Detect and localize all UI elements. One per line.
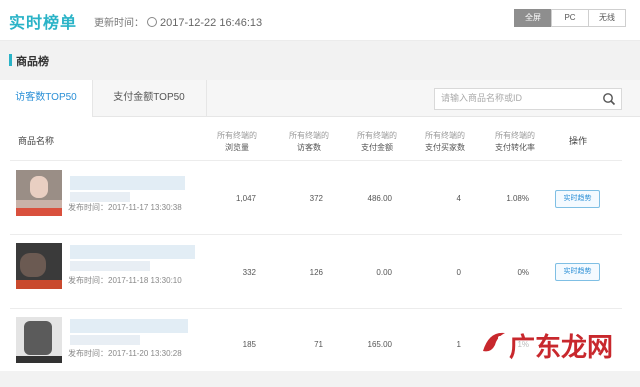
tab-bar: 访客数TOP50 支付金额TOP50 [0, 80, 640, 117]
section-accent-bar [9, 54, 12, 66]
column-header-uv-sub: 所有终端的 [289, 131, 329, 140]
view-mode-switch: 全屏 PC 无线 [514, 9, 626, 27]
product-title-blurred[interactable] [70, 176, 185, 190]
wireless-button[interactable]: 无线 [588, 9, 626, 27]
column-header-name: 商品名称 [18, 136, 55, 146]
product-title-blurred-line2 [70, 261, 150, 271]
cell-buyers: 1 [456, 340, 461, 349]
watermark-text: 广东龙网 [509, 333, 614, 363]
product-thumbnail[interactable] [16, 170, 62, 216]
publish-time: 发布时间：2017-11-18 13:30:10 [68, 276, 182, 285]
section-title: 商品榜 [16, 56, 49, 68]
product-thumbnail[interactable] [16, 317, 62, 363]
clock-icon [147, 17, 157, 27]
cell-pv: 185 [242, 340, 256, 349]
tab-payment-top50[interactable]: 支付金额TOP50 [92, 80, 207, 116]
pc-button[interactable]: PC [551, 9, 589, 27]
watermark-logo-icon [483, 332, 505, 352]
search-box [434, 88, 622, 110]
section-header: 商品榜 [0, 45, 640, 73]
column-header-rate-main: 支付转化率 [495, 143, 535, 152]
column-header-pv-main: 浏览量 [225, 143, 249, 152]
update-info: 更新时间： 2017-12-22 16:46:13 [94, 14, 262, 29]
product-thumbnail[interactable] [16, 243, 62, 289]
cell-uv: 71 [314, 340, 323, 349]
cell-amount: 0.00 [376, 268, 392, 277]
cell-uv: 126 [309, 268, 323, 277]
publish-time: 发布时间：2017-11-20 13:30:28 [68, 349, 182, 358]
column-header-uv-main: 访客数 [297, 143, 321, 152]
cell-rate: 0% [517, 268, 529, 277]
product-title-blurred[interactable] [70, 245, 195, 259]
cell-buyers: 0 [456, 268, 461, 277]
update-label: 更新时间： [94, 18, 144, 29]
row-divider [10, 308, 622, 309]
product-title-blurred-line2 [70, 192, 130, 202]
column-header-pv: 所有终端的 浏览量 [212, 130, 262, 154]
column-header-buyers: 所有终端的支付买家数 [417, 130, 473, 154]
cell-pv: 1,047 [235, 194, 256, 203]
table-row: 发布时间：2017-11-18 13:30:10 332 126 0.00 0 … [0, 237, 640, 313]
column-header-amount-main: 支付金额 [361, 143, 393, 152]
column-header-buyers-main: 支付买家数 [425, 143, 465, 152]
column-header-amount-sub: 所有终端的 [357, 131, 397, 140]
top-bar: 实时榜单 更新时间： 2017-12-22 16:46:13 全屏 PC 无线 [0, 0, 640, 41]
row-divider [10, 234, 622, 235]
cell-amount: 486.00 [367, 194, 392, 203]
table-row: 发布时间：2017-11-17 13:30:38 1,047 372 486.0… [0, 162, 640, 238]
cell-uv: 372 [309, 194, 323, 203]
search-input[interactable] [441, 91, 591, 105]
product-title-blurred-line2 [70, 335, 140, 345]
product-title-blurred[interactable] [70, 319, 188, 333]
realtime-trend-button[interactable]: 实时趋势 [555, 263, 600, 281]
column-header-rate: 所有终端的支付转化率 [487, 130, 543, 154]
column-header-rate-sub: 所有终端的 [495, 131, 535, 140]
header-divider [10, 160, 622, 161]
cell-rate: 1.08% [506, 194, 529, 203]
cell-amount: 165.00 [367, 340, 392, 349]
update-time: 2017-12-22 16:46:13 [160, 17, 263, 29]
column-header-pv-sub: 所有终端的 [217, 131, 257, 140]
column-header-buyers-sub: 所有终端的 [425, 131, 465, 140]
column-header-action: 操作 [568, 136, 587, 146]
search-icon[interactable] [601, 91, 617, 107]
tab-visitors-top50[interactable]: 访客数TOP50 [0, 80, 93, 117]
publish-time: 发布时间：2017-11-17 13:30:38 [68, 203, 182, 212]
realtime-trend-button[interactable]: 实时趋势 [555, 190, 600, 208]
column-header-uv: 所有终端的 访客数 [281, 130, 337, 154]
page-title: 实时榜单 [9, 15, 78, 32]
fullscreen-button[interactable]: 全屏 [514, 9, 552, 27]
cell-buyers: 4 [456, 194, 461, 203]
column-header-amount: 所有终端的 支付金额 [349, 130, 405, 154]
cell-pv: 332 [242, 268, 256, 277]
